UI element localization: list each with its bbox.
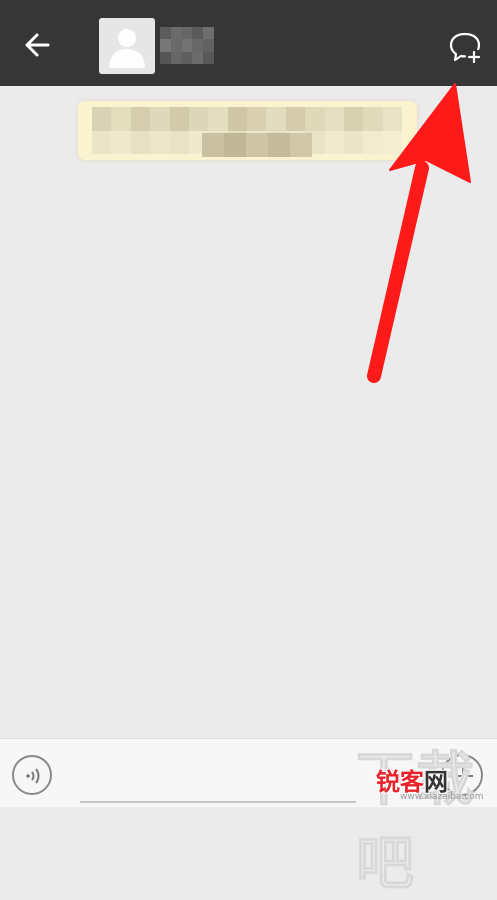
notice-text-blurred-line2 [202, 133, 312, 157]
chat-header [0, 0, 497, 86]
voice-button[interactable] [12, 755, 52, 795]
contact-name-blurred [160, 27, 214, 64]
back-button[interactable] [18, 25, 58, 65]
voice-wave-icon [26, 768, 40, 784]
chat-bubble-plus-icon [449, 32, 481, 64]
new-chat-button[interactable] [446, 28, 486, 68]
message-composer [0, 738, 497, 807]
more-actions-button[interactable] [441, 754, 483, 796]
arrow-left-icon [25, 33, 50, 57]
red-annotation-arrow [367, 83, 471, 383]
contact-avatar[interactable] [99, 18, 155, 74]
default-avatar-icon [99, 18, 155, 74]
message-input[interactable] [80, 751, 356, 803]
